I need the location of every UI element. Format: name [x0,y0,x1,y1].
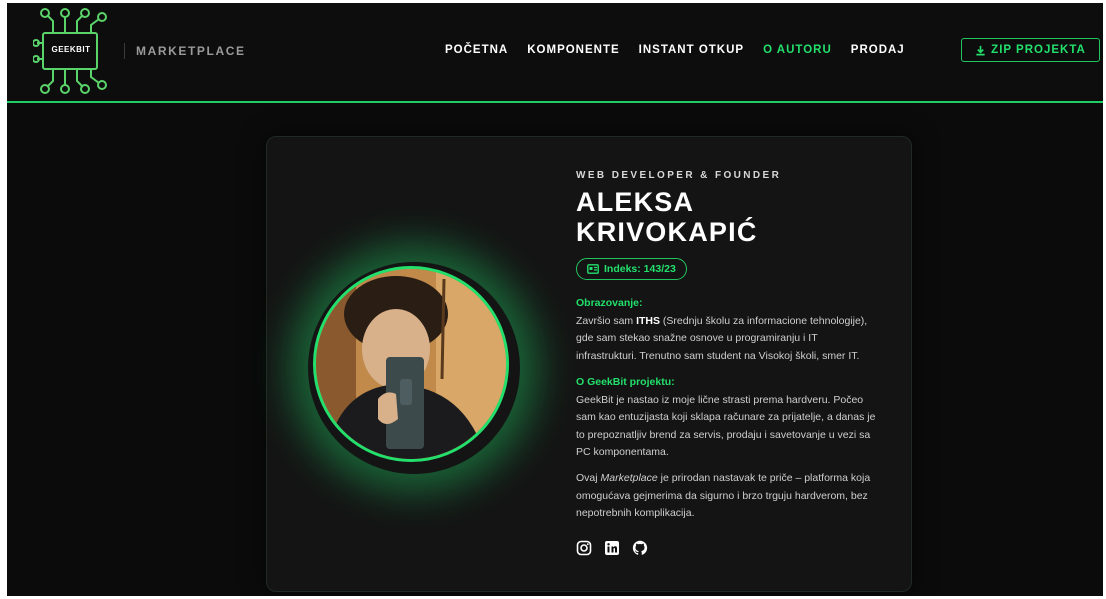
project-heading: O GeekBit projektu: [576,376,675,388]
project-section: O GeekBit projektu: GeekBit je nastao iz… [576,374,881,462]
nav-item-prodaj[interactable]: PRODAJ [851,44,905,56]
author-role: WEB DEVELOPER & FOUNDER [576,170,782,181]
author-first-name: ALEKSA [576,187,695,217]
github-icon[interactable] [632,540,648,556]
nav-links: POČETNA KOMPONENTE INSTANT OTKUP O AUTOR… [445,44,924,56]
nav-item-instant-otkup[interactable]: INSTANT OTKUP [639,44,744,56]
logo-text: GEEKBIT [51,45,91,54]
navbar: GEEKBIT MARKETPLACE POČETNA KOMPONENTE I… [7,3,1103,103]
author-avatar [313,266,509,462]
id-card-icon [587,264,599,274]
marketplace-section: Ovaj Marketplace je prirodan nastavak te… [576,470,881,523]
nav-item-pocetna[interactable]: POČETNA [445,44,508,56]
education-heading: Obrazovanje: [576,297,643,309]
index-badge-label: Indeks: 143/23 [604,263,676,275]
education-section: Obrazovanje: Završio sam ITHS (Srednju š… [576,295,881,365]
logo-divider [124,43,125,59]
zip-projekta-button[interactable]: ZIP PROJEKTA [961,38,1100,62]
social-links [576,540,648,556]
index-badge: Indeks: 143/23 [576,258,687,280]
nav-item-o-autoru[interactable]: O AUTORU [763,44,832,56]
author-name: ALEKSA KRIVOKAPIĆ [576,187,876,247]
project-text: GeekBit je nastao iz moje lične strasti … [576,393,876,459]
zip-button-label: ZIP PROJEKTA [991,44,1086,56]
instagram-icon[interactable] [576,540,592,556]
linkedin-icon[interactable] [604,540,620,556]
page: GEEKBIT MARKETPLACE POČETNA KOMPONENTE I… [7,3,1103,596]
nav-item-komponente[interactable]: KOMPONENTE [527,44,619,56]
marketplace-text: Ovaj Marketplace je prirodan nastavak te… [576,472,871,519]
author-last-name: KRIVOKAPIĆ [576,217,758,247]
education-text: Završio sam ITHS (Srednju školu za infor… [576,314,868,362]
download-icon [976,45,985,55]
marketplace-label: MARKETPLACE [136,44,246,58]
